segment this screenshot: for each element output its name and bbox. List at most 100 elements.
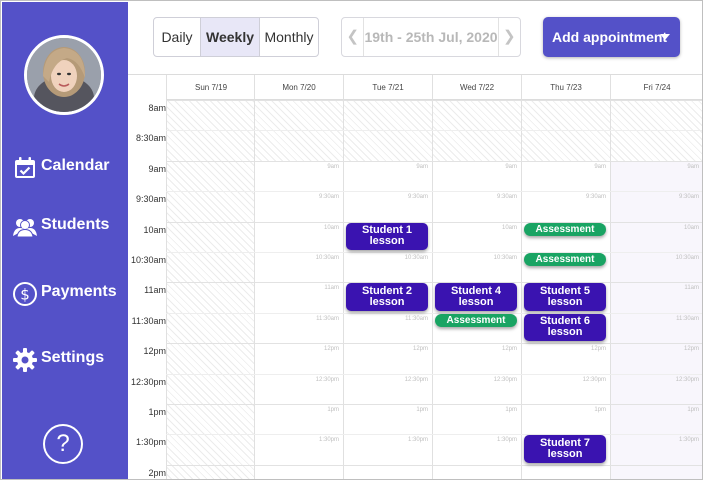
- time-label: 10am: [143, 224, 166, 235]
- lesson-event[interactable]: Student 6 lesson: [524, 313, 606, 342]
- day-header: Sun 7/19: [166, 75, 255, 100]
- help-button[interactable]: ?: [43, 424, 83, 464]
- slot-time-hint: 1:30pm: [678, 437, 699, 444]
- assessment-event[interactable]: Assessment: [524, 222, 606, 236]
- slot-time-hint: 1:30pm: [318, 437, 339, 444]
- add-appointment-button[interactable]: Add appointment: [543, 17, 680, 57]
- slot-time-hint: 9:30am: [407, 194, 428, 201]
- day-header: Fri 7/24: [610, 75, 702, 100]
- slot-time-hint: 1pm: [416, 407, 428, 413]
- slot-time-hint: 10am: [501, 224, 517, 231]
- app-window: Calendar Students $ Payments Settings ? …: [0, 0, 703, 480]
- sidebar-item-label: Payments: [41, 283, 117, 300]
- event-title: Student 6 lesson: [539, 315, 591, 339]
- time-label: 10:30am: [130, 255, 166, 265]
- grid-line: [166, 373, 702, 375]
- slot-time-hint: 11:30am: [676, 315, 699, 322]
- slot-time-hint: 10am: [323, 224, 339, 231]
- slot-time-hint: 9am: [327, 163, 339, 170]
- grid-line: [166, 160, 702, 162]
- sidebar-item-calendar[interactable]: Calendar: [2, 149, 128, 185]
- day-header: Thu 7/23: [521, 75, 610, 100]
- slot-time-hint: 10:30am: [675, 255, 699, 261]
- previous-week-button[interactable]: ❮: [342, 18, 363, 56]
- gear-icon: [13, 348, 37, 372]
- grid-line: [166, 252, 702, 253]
- lesson-event[interactable]: Student 5 lesson: [524, 283, 606, 311]
- time-label: 8am: [148, 103, 166, 113]
- slot-time-hint: 9:30am: [318, 194, 339, 201]
- slot-time-hint: 11am: [324, 285, 339, 292]
- add-appointment-label: Add appointment: [552, 29, 668, 45]
- sidebar: Calendar Students $ Payments Settings ?: [2, 2, 128, 479]
- slot-time-hint: 1pm: [594, 407, 606, 413]
- slot-time-hint: 9am: [416, 163, 428, 170]
- event-title: Assessment: [535, 254, 595, 265]
- next-week-button[interactable]: ❯: [499, 18, 520, 56]
- view-daily-button[interactable]: Daily: [154, 18, 200, 56]
- slot-time-hint: 12:30pm: [493, 376, 517, 383]
- slot-time-hint: 10:30am: [404, 255, 428, 261]
- slot-time-hint: 12pm: [501, 346, 517, 353]
- event-title: Student 2 lesson: [361, 285, 413, 309]
- time-label: 2pm: [148, 467, 166, 478]
- lesson-event[interactable]: Student 7 lesson: [524, 435, 606, 463]
- slot-time-hint: 10am: [683, 224, 699, 231]
- slot-time-hint: 11:30am: [316, 315, 339, 322]
- slot-time-hint: 10:30am: [315, 255, 339, 261]
- grid-line: [166, 221, 702, 223]
- assessment-event[interactable]: Assessment: [435, 313, 517, 327]
- time-label: 9am: [148, 163, 166, 174]
- grid-line: [166, 100, 702, 101]
- slot-time-hint: 9am: [505, 163, 517, 170]
- sidebar-item-payments[interactable]: $ Payments: [2, 275, 128, 311]
- chevron-left-icon: ❮: [346, 28, 360, 45]
- sidebar-item-label: Settings: [41, 349, 105, 366]
- sidebar-item-label: Students: [41, 216, 110, 233]
- slot-time-hint: 9:30am: [678, 194, 699, 201]
- slot-time-hint: 11:30am: [405, 315, 428, 322]
- week-calendar: Sun 7/19 Mon 7/20 Tue 7/21 Wed 7/22 Thu 7/23…: [128, 74, 702, 479]
- assessment-event[interactable]: Assessment: [524, 253, 606, 266]
- view-weekly-button[interactable]: Weekly: [200, 18, 260, 56]
- grid-line: [166, 282, 702, 284]
- students-icon: [13, 219, 37, 238]
- slot-time-hint: 1pm: [687, 407, 699, 413]
- slot-time-hint: 9am: [594, 163, 606, 170]
- lesson-event[interactable]: Student 1 lesson: [346, 222, 428, 250]
- slot-time-hint: 1:30pm: [407, 437, 428, 444]
- slot-time-hint: 12:30pm: [675, 376, 699, 383]
- slot-time-hint: 12pm: [323, 346, 339, 353]
- avatar-image: [27, 38, 101, 112]
- time-label: 11:30am: [131, 315, 166, 326]
- lesson-event[interactable]: Student 4 lesson: [435, 283, 517, 311]
- time-label: 11am: [144, 285, 166, 296]
- slot-time-hint: 12:30pm: [404, 376, 428, 383]
- lesson-event[interactable]: Student 2 lesson: [346, 283, 428, 311]
- slot-time-hint: 1pm: [327, 407, 339, 413]
- event-title: Student 7 lesson: [539, 437, 591, 461]
- svg-text:$: $: [20, 286, 30, 304]
- slot-time-hint: 12pm: [683, 346, 699, 353]
- caret-down-icon: [660, 34, 670, 40]
- view-monthly-button[interactable]: Monthly: [260, 18, 318, 56]
- grid-line: [166, 191, 702, 193]
- avatar[interactable]: [24, 35, 104, 115]
- time-label: 1pm: [148, 407, 166, 417]
- sidebar-item-students[interactable]: Students: [2, 208, 128, 244]
- date-range-label: 19th - 25th Jul, 2020: [363, 18, 499, 56]
- grid-line: [166, 130, 702, 132]
- day-header: Wed 7/22: [432, 75, 521, 100]
- sidebar-item-settings[interactable]: Settings: [2, 341, 128, 377]
- slot-time-hint: 12pm: [590, 346, 606, 353]
- event-title: Student 4 lesson: [450, 285, 502, 309]
- slot-time-hint: 12pm: [412, 346, 428, 353]
- slot-time-hint: 12:30pm: [315, 376, 339, 383]
- grid-line: [166, 404, 702, 405]
- slot-time-hint: 10:30am: [493, 255, 517, 261]
- grid-line: [166, 434, 702, 436]
- event-title: Student 1 lesson: [361, 224, 413, 248]
- event-title: Assessment: [446, 314, 506, 326]
- grid-line: [166, 343, 702, 345]
- slot-time-hint: 9:30am: [496, 194, 517, 201]
